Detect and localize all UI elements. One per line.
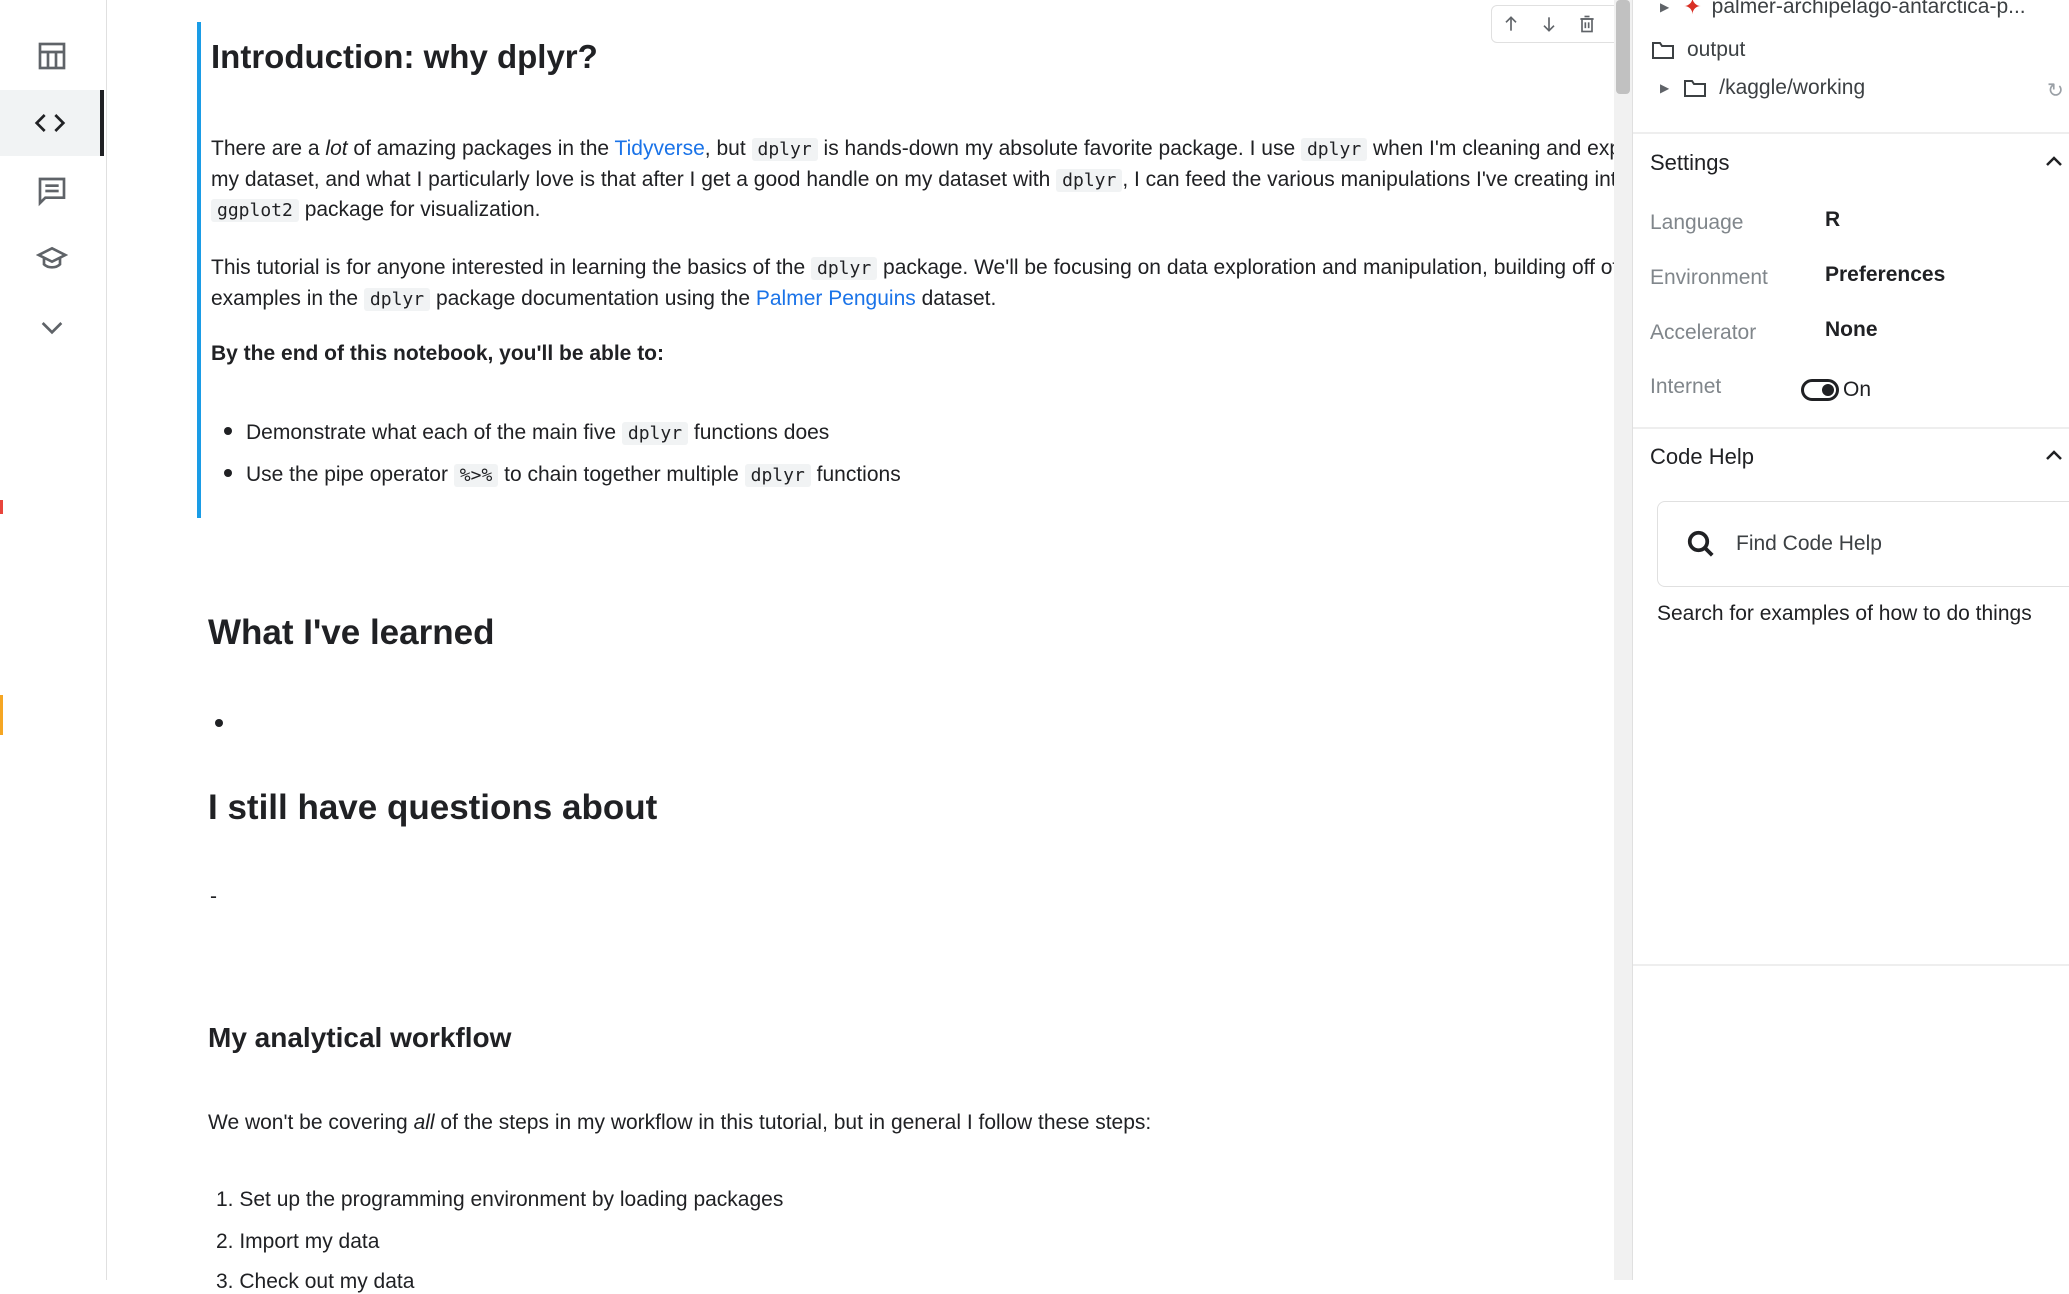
accelerator-label: Accelerator: [1650, 321, 1757, 344]
table-icon: [38, 42, 66, 70]
caret-right-icon: ▶: [1660, 0, 1670, 14]
list-item: Demonstrate what each of the main five d…: [224, 421, 829, 445]
code-icon: [34, 114, 66, 132]
rail-comments-button[interactable]: [0, 158, 104, 224]
rail-learn-button[interactable]: [0, 226, 104, 292]
list-item: Use the pipe operator %>% to chain toget…: [224, 463, 901, 487]
trash-icon: [1580, 15, 1594, 33]
language-label: Language: [1650, 211, 1744, 234]
rail-code-button[interactable]: [0, 90, 104, 156]
delete-cell-button[interactable]: [1568, 6, 1606, 42]
move-up-button[interactable]: [1492, 6, 1530, 42]
settings-title: Settings: [1650, 150, 1730, 175]
code-help-title: Code Help: [1650, 444, 1754, 469]
questions-heading: I still have questions about: [208, 788, 658, 827]
intro-paragraph-1: There are a lot of amazing packages in t…: [211, 137, 1673, 222]
comments-icon: [38, 177, 66, 207]
environment-label: Environment: [1650, 266, 1768, 289]
notebook-scrollbar[interactable]: [1614, 0, 1632, 1280]
scrollbar-thumb[interactable]: [1616, 0, 1630, 94]
active-cell-indicator: [197, 22, 201, 518]
internet-label: Internet: [1650, 375, 1722, 398]
chevron-down-icon: [41, 322, 63, 335]
list-item: 2. Import my data: [216, 1230, 380, 1253]
learn-icon: [36, 246, 68, 269]
palmer-penguins-link[interactable]: Palmer Penguins: [756, 287, 916, 310]
tree-item-output[interactable]: output: [1651, 38, 1745, 62]
divider: [1633, 964, 2069, 966]
status-mark: [0, 500, 3, 514]
learned-heading: What I've learned: [208, 613, 495, 652]
divider: [1633, 427, 2069, 429]
objectives-intro: By the end of this notebook, you'll be a…: [211, 342, 665, 365]
toggle-track: [1801, 379, 1839, 401]
left-rail: [0, 0, 107, 1280]
folder-icon: [1652, 42, 1674, 59]
arrow-down-icon: [1543, 17, 1555, 32]
tidyverse-link[interactable]: Tidyverse: [615, 137, 705, 160]
chevron-up-icon: [2046, 450, 2062, 460]
rail-table-button[interactable]: [0, 23, 104, 89]
rail-expand-button[interactable]: [0, 294, 104, 360]
language-value[interactable]: R: [1825, 208, 1840, 232]
tree-item-dataset[interactable]: ▶ ✦ palmer-archipelago-antarctica-p...: [1660, 0, 2026, 20]
cell-heading: Introduction: why dplyr?: [211, 38, 598, 75]
internet-toggle[interactable]: On: [1801, 378, 1871, 402]
dataset-icon: ✦: [1683, 0, 1702, 19]
code-help-search: [1657, 501, 2069, 587]
notebook: Introduction: why dplyr? There are a lot…: [106, 0, 1683, 1293]
refresh-icon[interactable]: ↻: [2047, 78, 2064, 103]
divider: [1633, 132, 2069, 134]
accelerator-value[interactable]: None: [1825, 318, 1878, 342]
search-icon: [1687, 530, 1714, 557]
chevron-up-icon: [2046, 156, 2062, 166]
tree-item-working[interactable]: ▶ /kaggle/working: [1660, 76, 1865, 100]
right-panel: ▶ ✦ palmer-archipelago-antarctica-p... o…: [1632, 0, 2069, 1280]
settings-collapse-button[interactable]: [2042, 150, 2066, 174]
status-mark: [0, 695, 3, 735]
folder-icon: [1684, 80, 1707, 97]
caret-right-icon: ▶: [1660, 81, 1670, 95]
questions-dash: -: [210, 885, 217, 908]
arrow-up-icon: [1505, 16, 1517, 31]
intro-paragraph-2: This tutorial is for anyone interested i…: [211, 256, 1654, 311]
list-item: 1. Set up the programming environment by…: [216, 1188, 784, 1211]
move-down-button[interactable]: [1530, 6, 1568, 42]
empty-bullet: [215, 719, 223, 727]
code-help-description: Search for examples of how to do things: [1657, 602, 2032, 625]
code-help-collapse-button[interactable]: [2042, 444, 2066, 468]
environment-value[interactable]: Preferences: [1825, 263, 1945, 287]
code-help-input[interactable]: [1734, 531, 2038, 557]
workflow-intro: We won't be covering all of the steps in…: [208, 1111, 1152, 1134]
workflow-heading: My analytical workflow: [208, 1022, 512, 1053]
list-item: 3. Check out my data: [216, 1270, 415, 1293]
